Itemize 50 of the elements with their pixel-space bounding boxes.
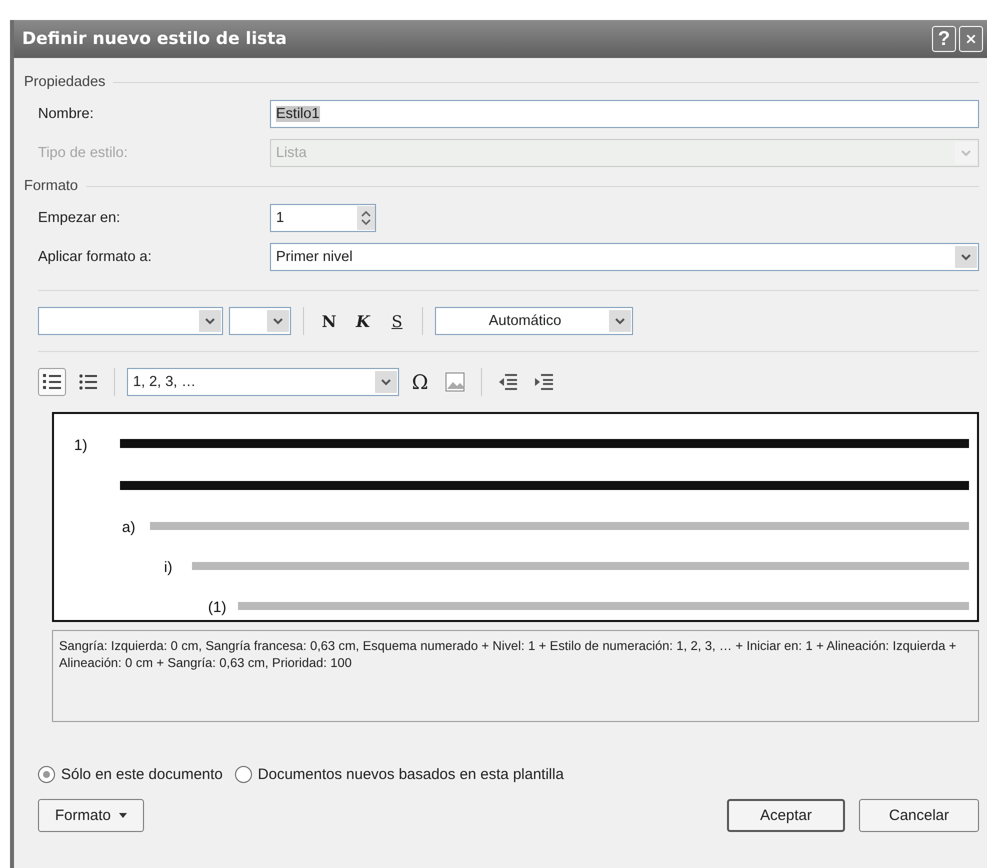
caret-icon <box>118 813 127 818</box>
field-value: 1, 2, 3, … <box>133 374 196 390</box>
field-value: Lista <box>276 145 307 161</box>
field-label: Empezar en: <box>38 210 122 226</box>
scope-radio[interactable]: Documentos nuevos basados en esta plantilla <box>234 766 564 783</box>
list-marker: a) <box>122 519 136 536</box>
numbered-list-button[interactable] <box>38 368 66 396</box>
window-title: Definir nuevo estilo de lista <box>22 29 288 49</box>
increase-indent-icon <box>534 373 554 391</box>
numbering-style-dropdown[interactable]: 1, 2, 3, … <box>127 368 399 396</box>
format-menu-button[interactable]: Formato <box>38 799 144 832</box>
cancel-button[interactable]: Cancelar <box>859 799 979 832</box>
field-label: Tipo de estilo: <box>38 145 129 161</box>
chevron-down-icon <box>273 318 283 324</box>
symbol-button[interactable]: Ω <box>407 370 433 394</box>
close-button[interactable] <box>959 26 983 52</box>
chevron-down-icon <box>381 378 391 386</box>
section-heading: Formato <box>24 178 78 194</box>
bulleted-list-icon <box>79 373 97 391</box>
font-size-dropdown[interactable] <box>229 307 291 335</box>
color-dropdown[interactable]: Automático <box>435 307 633 335</box>
decrease-indent-icon <box>498 373 518 391</box>
font-dropdown[interactable] <box>38 307 223 335</box>
underline-button[interactable]: S <box>384 312 410 330</box>
list-marker: 1) <box>74 437 88 454</box>
scope-radio[interactable]: Sólo en este documento <box>38 766 223 783</box>
list-marker: i) <box>164 559 174 576</box>
style-description: Sangría: Izquierda: 0 cm, Sangría francesa: 0,63 cm, Esquema numerado + Nivel: 1 + Estilo de numeración: 1, 2, 3, … + Iniciar en: 1 + Alineación: Izquierda + Alineación: 0 cm + Sangría: 0,63 cm, Prioridad: 100 <box>59 638 956 670</box>
list-marker: (1) <box>208 599 228 616</box>
chevron-down-icon <box>205 318 215 324</box>
field-value: Estilo1 <box>276 106 320 122</box>
field-value: Automático <box>488 313 562 329</box>
section-heading: Propiedades <box>24 74 106 90</box>
start-at-spinner[interactable]: 1 <box>270 204 376 232</box>
help-button[interactable]: ? <box>932 26 956 52</box>
apply-to-dropdown[interactable]: Primer nivel <box>270 243 979 271</box>
field-label: Nombre: <box>38 106 95 122</box>
field-value: 1 <box>276 210 284 226</box>
picture-icon <box>445 372 465 392</box>
field-value: Primer nivel <box>276 249 353 265</box>
chevron-down-icon <box>961 150 971 156</box>
chevron-down-icon <box>615 318 625 324</box>
bold-button[interactable]: N <box>316 312 342 330</box>
name-field[interactable]: Estilo1 <box>270 100 979 128</box>
ok-button[interactable]: Aceptar <box>727 799 845 832</box>
spin-arrows-icon <box>361 210 371 226</box>
numbered-list-icon <box>43 373 61 391</box>
chevron-down-icon <box>961 254 971 260</box>
field-label: Aplicar formato a: <box>38 249 153 265</box>
italic-button[interactable]: K <box>350 312 376 330</box>
